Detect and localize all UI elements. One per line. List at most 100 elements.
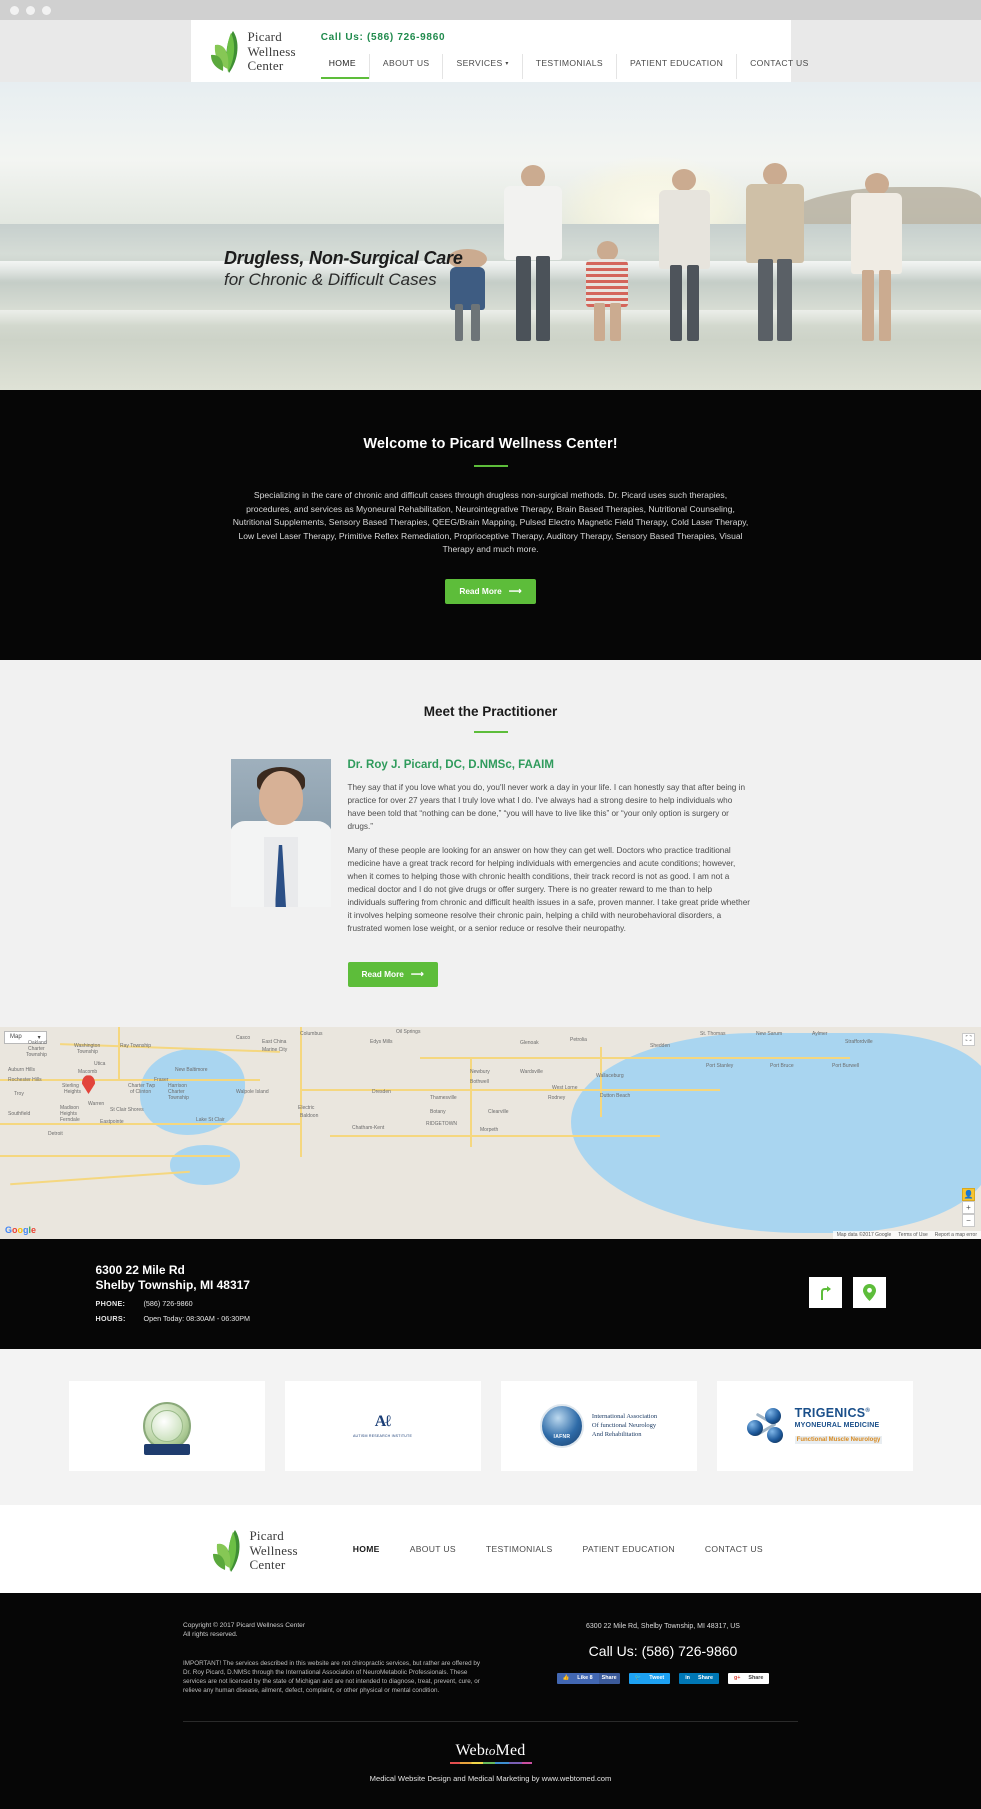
affiliation-card-autism-research-institute[interactable]: Aℓ AUTISM RESEARCH INSTITUTE (284, 1380, 481, 1471)
affiliation-card-iafnr[interactable]: IAFNR International Association Of funct… (500, 1380, 697, 1471)
webtomed-part-3: Med (495, 1741, 526, 1759)
welcome-read-more-button[interactable]: Read More ⟶ (445, 578, 536, 604)
window-close-dot[interactable] (10, 5, 19, 15)
map-report-error-link[interactable]: Report a map error (935, 1232, 977, 1238)
map-zoom-in-button[interactable]: + (962, 1200, 975, 1214)
map-terms-of-use-link[interactable]: Terms of Use (898, 1232, 927, 1238)
footer-nav-contact-us[interactable]: CONTACT US (705, 1544, 763, 1554)
google-plus-share-button[interactable]: g+ Share (727, 1672, 770, 1684)
map-road (420, 1056, 850, 1059)
practitioner-read-more-button[interactable]: Read More ⟶ (347, 961, 438, 987)
iafnr-name: International Association Of functional … (592, 1412, 657, 1439)
map-location-pin[interactable] (82, 1075, 95, 1094)
nav-item-home[interactable]: HOME (320, 54, 369, 79)
footer-call-us[interactable]: Call Us: (586) 726-9860 (528, 1643, 798, 1659)
hero-headline: Drugless, Non-Surgical Care (224, 248, 463, 268)
affiliation-card-seal[interactable] (68, 1380, 265, 1471)
iafnr-line-1: International Association (591, 1413, 658, 1421)
footer-nav-home[interactable]: HOME (353, 1544, 380, 1554)
webtomed-credit: WebtoMed Medical Website Design and Medi… (0, 1722, 981, 1809)
linkedin-share-button[interactable]: in Share (679, 1672, 719, 1684)
map-place-label: Warren (88, 1100, 105, 1107)
map-place-label: Marine City (262, 1046, 288, 1053)
map-place-label: Clearville (488, 1108, 509, 1115)
map-place-label: Oil Springs (396, 1028, 421, 1035)
map-place-label: Ferndale (60, 1116, 80, 1123)
footer-logo-line-2: Wellness (249, 1542, 298, 1558)
doctor-face (258, 770, 303, 825)
facebook-like-button[interactable]: 👍 Like 8 Share (556, 1672, 620, 1684)
map-road (0, 1154, 230, 1157)
map-place-label: Lake St Clair (196, 1116, 225, 1123)
map-place-label: Macomb (78, 1068, 98, 1075)
hero-person-mother (657, 168, 712, 341)
nav-item-testimonials[interactable]: TESTIMONIALS (521, 54, 616, 79)
logo-wordmark: Picard Wellness Center (248, 30, 296, 74)
footer-logo-line-3: Center (249, 1557, 286, 1573)
contact-phone-label: PHONE: (95, 1298, 126, 1308)
iafnr-line-3: And Rehabilitation (591, 1431, 642, 1439)
nav-item-contact-us[interactable]: CONTACT US (736, 54, 822, 79)
contact-action-buttons (808, 1277, 886, 1309)
directions-icon (820, 1285, 831, 1300)
footer-nav-testimonials[interactable]: TESTIMONIALS (486, 1544, 553, 1554)
map-pegman-streetview[interactable]: 👤 (962, 1187, 975, 1201)
footer-address: 6300 22 Mile Rd, Shelby Township, MI 483… (586, 1622, 740, 1630)
arrow-right-icon: ⟶ (410, 968, 424, 979)
contact-phone-value[interactable]: (586) 726-9860 (144, 1299, 193, 1308)
map-fullscreen-button[interactable]: ⛶ (962, 1032, 975, 1046)
map-place-label: Petrolia (570, 1036, 587, 1043)
map-place-label: Aylmer (812, 1030, 828, 1037)
nav-item-about-us[interactable]: ABOUT US (368, 54, 443, 79)
twitter-tweet-button[interactable]: 🐦 Tweet (628, 1672, 671, 1684)
site-header: Picard Wellness Center Call Us: (586) 72… (0, 20, 981, 82)
site-logo[interactable]: Picard Wellness Center (209, 25, 296, 75)
webtomed-logo[interactable]: WebtoMed (0, 1742, 981, 1760)
map-place-label: Port Bruce (770, 1062, 794, 1069)
welcome-heading: Welcome to Picard Wellness Center! (363, 436, 618, 452)
iafnr-abbrev: IAFNR (553, 1433, 571, 1440)
affiliation-card-trigenics[interactable]: TRIGENICS® MYONEURAL MEDICINE Functional… (716, 1380, 913, 1471)
trigenics-molecule-icon (746, 1407, 787, 1444)
map-place-label: Glenoak (520, 1039, 539, 1046)
welcome-read-more-label: Read More (459, 586, 502, 597)
logo-line-1: Picard (247, 29, 282, 45)
facebook-like-label: Like 8 (577, 1675, 593, 1682)
map-place-label: Township (77, 1048, 98, 1055)
hero-subheadline: for Chronic & Difficult Cases (224, 270, 437, 289)
map-place-label: Utica (94, 1060, 106, 1067)
get-directions-button[interactable] (808, 1277, 842, 1309)
footer-nav-links: HOME ABOUT US TESTIMONIALS PATIENT EDUCA… (353, 1544, 763, 1554)
leaf-logo-icon (210, 31, 238, 73)
nav-item-services[interactable]: SERVICES ▾ (442, 54, 521, 79)
map-place-label: RIDGETOWN (426, 1120, 458, 1127)
hero-person-grandfather (745, 163, 805, 341)
footer-disclaimer: IMPORTANT! The services described in thi… (183, 1659, 481, 1694)
footer-nav-about-us[interactable]: ABOUT US (410, 1544, 456, 1554)
main-navigation: HOME ABOUT US SERVICES ▾ TESTIMONIALS PA… (320, 54, 822, 79)
google-map[interactable]: Map ▾ ⛶ 👤 + − Google Map data ©2017 Goog… (0, 1026, 981, 1239)
map-place-label: Dutton Beach (600, 1092, 631, 1099)
window-maximize-dot[interactable] (42, 5, 51, 15)
practitioner-section: Meet the Practitioner Dr. Roy J. Picard,… (0, 659, 981, 1027)
map-place-label: New Baltimore (175, 1066, 208, 1073)
header-call-us[interactable]: Call Us: (586) 726-9860 (321, 32, 822, 43)
map-place-label: Township (168, 1094, 189, 1101)
map-place-label: Newbury (470, 1068, 490, 1075)
hero-person-child-2 (585, 241, 629, 341)
map-place-label: Walpole Island (236, 1088, 269, 1095)
window-minimize-dot[interactable] (26, 5, 35, 15)
view-location-button[interactable] (852, 1277, 886, 1309)
map-road (300, 1026, 302, 1157)
twitter-tweet-label: Tweet (649, 1675, 665, 1682)
nav-item-patient-education[interactable]: PATIENT EDUCATION (615, 54, 736, 79)
practitioner-photo (230, 758, 331, 907)
map-place-label: Port Burwell (832, 1062, 859, 1069)
map-place-label: Auburn Hills (8, 1066, 35, 1073)
map-place-label: Heights (64, 1088, 81, 1095)
map-zoom-out-button[interactable]: − (962, 1213, 975, 1227)
footer-logo[interactable]: Picard Wellness Center (211, 1524, 298, 1574)
practitioner-paragraph-2: Many of these people are looking for an … (347, 845, 750, 933)
map-place-label: Bothwell (470, 1078, 489, 1085)
footer-nav-patient-education[interactable]: PATIENT EDUCATION (583, 1544, 675, 1554)
